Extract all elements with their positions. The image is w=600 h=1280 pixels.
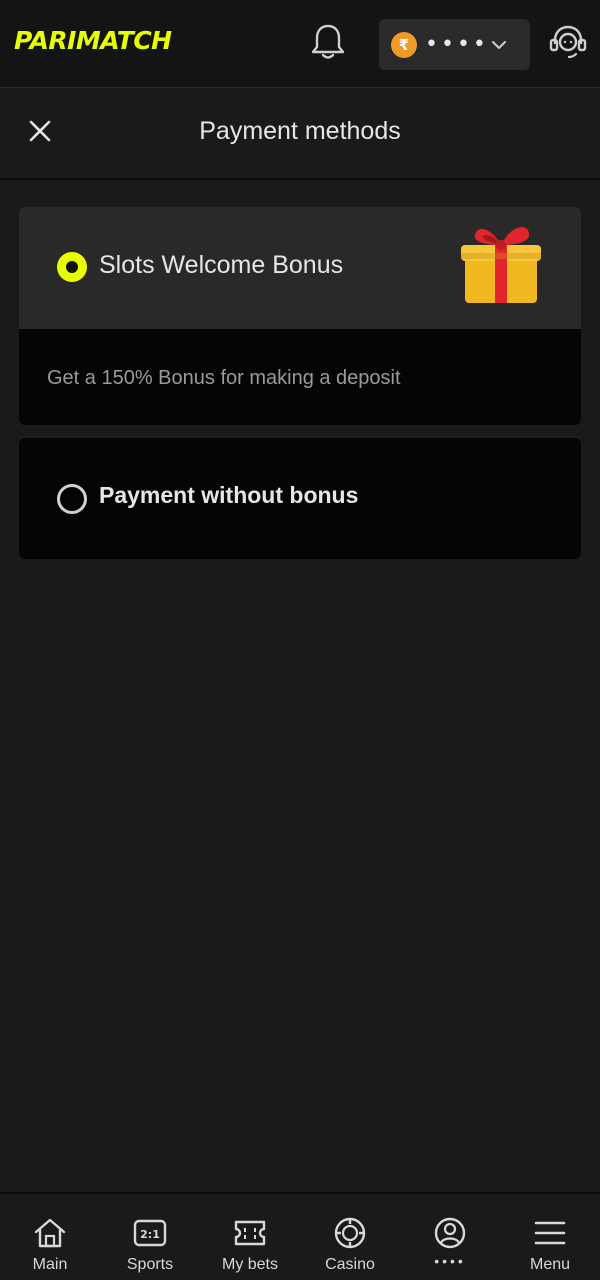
nav-sports[interactable]: 2:1 Sports [100, 1194, 200, 1280]
balance-value: •••• [425, 31, 489, 57]
profile-icon [433, 1216, 467, 1250]
nav-label: Casino [325, 1256, 375, 1273]
ticket-icon [233, 1216, 267, 1250]
option-label: Slots Welcome Bonus [99, 251, 344, 279]
scoreboard-icon: 2:1 [133, 1216, 167, 1250]
nav-menu[interactable]: Menu [500, 1194, 600, 1280]
radio-selected[interactable] [57, 252, 87, 282]
svg-text:2:1: 2:1 [140, 1228, 160, 1241]
option-description: Get a 150% Bonus for making a deposit [47, 367, 401, 389]
radio-unselected[interactable] [57, 484, 87, 514]
payment-option-slots-welcome-bonus[interactable]: Slots Welcome Bonus Get a 150% Bonus for… [19, 207, 581, 425]
option-label: Payment without bonus [99, 482, 359, 508]
option-header[interactable]: Slots Welcome Bonus [19, 207, 581, 329]
nav-my-bets[interactable]: My bets [200, 1194, 300, 1280]
bottom-navigation: Main 2:1 Sports My bets Casino •••• Menu [0, 1192, 600, 1280]
chip-icon [333, 1216, 367, 1250]
nav-label: •••• [434, 1253, 466, 1269]
rupee-coin-icon: ₹ [391, 31, 417, 58]
page-title: Payment methods [199, 117, 401, 145]
parimatch-logo[interactable]: PARIMATCH [14, 26, 172, 55]
nav-main[interactable]: Main [0, 1194, 100, 1280]
menu-icon [534, 1216, 566, 1250]
notifications-button[interactable] [306, 22, 350, 66]
bell-icon [311, 23, 345, 66]
home-icon [33, 1216, 67, 1250]
gift-box-icon [455, 217, 547, 314]
nav-casino[interactable]: Casino [300, 1194, 400, 1280]
nav-label: Sports [126, 1256, 174, 1273]
page-header: Payment methods [0, 89, 600, 180]
chevron-down-icon [490, 36, 508, 59]
nav-label: Main [32, 1256, 68, 1273]
nav-label: Menu [529, 1256, 571, 1273]
nav-profile[interactable]: •••• [400, 1194, 500, 1280]
support-button[interactable] [546, 22, 590, 66]
headset-support-icon [549, 24, 587, 65]
payment-option-without-bonus[interactable]: Payment without bonus [19, 438, 581, 559]
nav-label: My bets [221, 1256, 278, 1273]
top-bar: PARIMATCH ₹ •••• [0, 0, 600, 88]
balance-dropdown[interactable]: ₹ •••• [379, 19, 530, 70]
